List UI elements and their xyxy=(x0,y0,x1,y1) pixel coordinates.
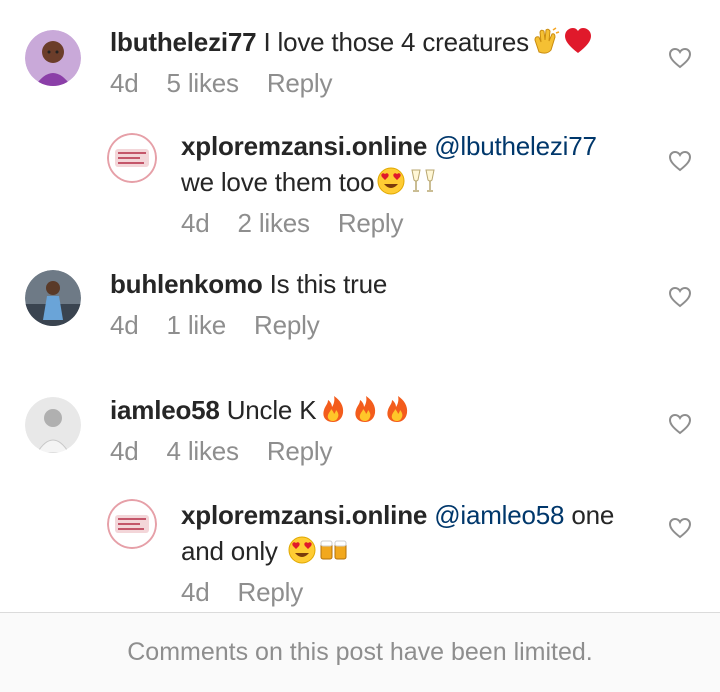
avatar[interactable] xyxy=(107,133,157,183)
fire-icon xyxy=(318,394,348,424)
comment-meta: 4d 1 like Reply xyxy=(110,308,650,342)
like-heart-icon[interactable] xyxy=(668,413,692,435)
comments-limited-banner: Comments on this post have been limited. xyxy=(0,612,720,692)
reply-button[interactable]: Reply xyxy=(238,577,304,607)
mention-link[interactable]: @iamleo58 xyxy=(434,500,564,530)
comment-text: I love those 4 creatures xyxy=(263,27,529,57)
clinking-glasses-icon xyxy=(408,166,438,196)
comment-text: Is this true xyxy=(269,269,388,299)
like-heart-icon[interactable] xyxy=(668,286,692,308)
reply-button[interactable]: Reply xyxy=(267,436,333,466)
comment-time: 4d xyxy=(181,208,210,238)
avatar[interactable] xyxy=(25,397,81,453)
avatar[interactable] xyxy=(25,30,81,86)
comment-time: 4d xyxy=(110,436,139,466)
comment-meta: 4d Reply xyxy=(181,575,650,609)
comment-likes[interactable]: 5 likes xyxy=(167,68,239,98)
comment-content: iamleo58 Uncle K 4d 4 likes Reply xyxy=(110,392,650,468)
comment-time: 4d xyxy=(181,577,210,607)
like-heart-icon[interactable] xyxy=(668,517,692,539)
clinking-beer-mugs-icon xyxy=(319,535,349,565)
comment-likes[interactable]: 1 like xyxy=(167,310,227,340)
comment-username[interactable]: iamleo58 xyxy=(110,395,220,425)
comment-username[interactable]: xploremzansi.online xyxy=(181,500,427,530)
comment-meta: 4d 4 likes Reply xyxy=(110,434,650,468)
comment-content: buhlenkomo Is this true 4d 1 like Reply xyxy=(110,266,650,342)
mention-link[interactable]: @lbuthelezi77 xyxy=(434,131,597,161)
comment-time: 4d xyxy=(110,68,139,98)
reply-button[interactable]: Reply xyxy=(338,208,404,238)
comment-text: Uncle K xyxy=(226,395,317,425)
comment-text: we love them too xyxy=(181,167,375,197)
reply-button[interactable]: Reply xyxy=(254,310,320,340)
comment-meta: 4d 2 likes Reply xyxy=(181,206,650,240)
avatar[interactable] xyxy=(107,499,157,549)
comments-limited-message: Comments on this post have been limited. xyxy=(127,638,593,666)
comment-username[interactable]: buhlenkomo xyxy=(110,269,263,299)
like-heart-icon[interactable] xyxy=(668,47,692,69)
comment-meta: 4d 5 likes Reply xyxy=(110,66,650,100)
comment-username[interactable]: xploremzansi.online xyxy=(181,131,427,161)
red-heart-icon xyxy=(563,26,593,56)
heart-eyes-icon xyxy=(376,166,406,196)
reply-button[interactable]: Reply xyxy=(267,68,333,98)
fire-icon xyxy=(382,394,412,424)
comment-content: xploremzansi.online @iamleo58 one and on… xyxy=(181,497,650,609)
comment-content: lbuthelezi77 I love those 4 creatures 4d… xyxy=(110,24,650,100)
comment-time: 4d xyxy=(110,310,139,340)
fire-icon xyxy=(350,394,380,424)
comment-content: xploremzansi.online @lbuthelezi77 we lov… xyxy=(181,128,650,240)
avatar[interactable] xyxy=(25,270,81,326)
comment-likes[interactable]: 2 likes xyxy=(238,208,310,238)
comment-username[interactable]: lbuthelezi77 xyxy=(110,27,257,57)
like-heart-icon[interactable] xyxy=(668,150,692,172)
clapping-hands-icon xyxy=(531,26,561,56)
heart-eyes-icon xyxy=(287,535,317,565)
comment-likes[interactable]: 4 likes xyxy=(167,436,239,466)
